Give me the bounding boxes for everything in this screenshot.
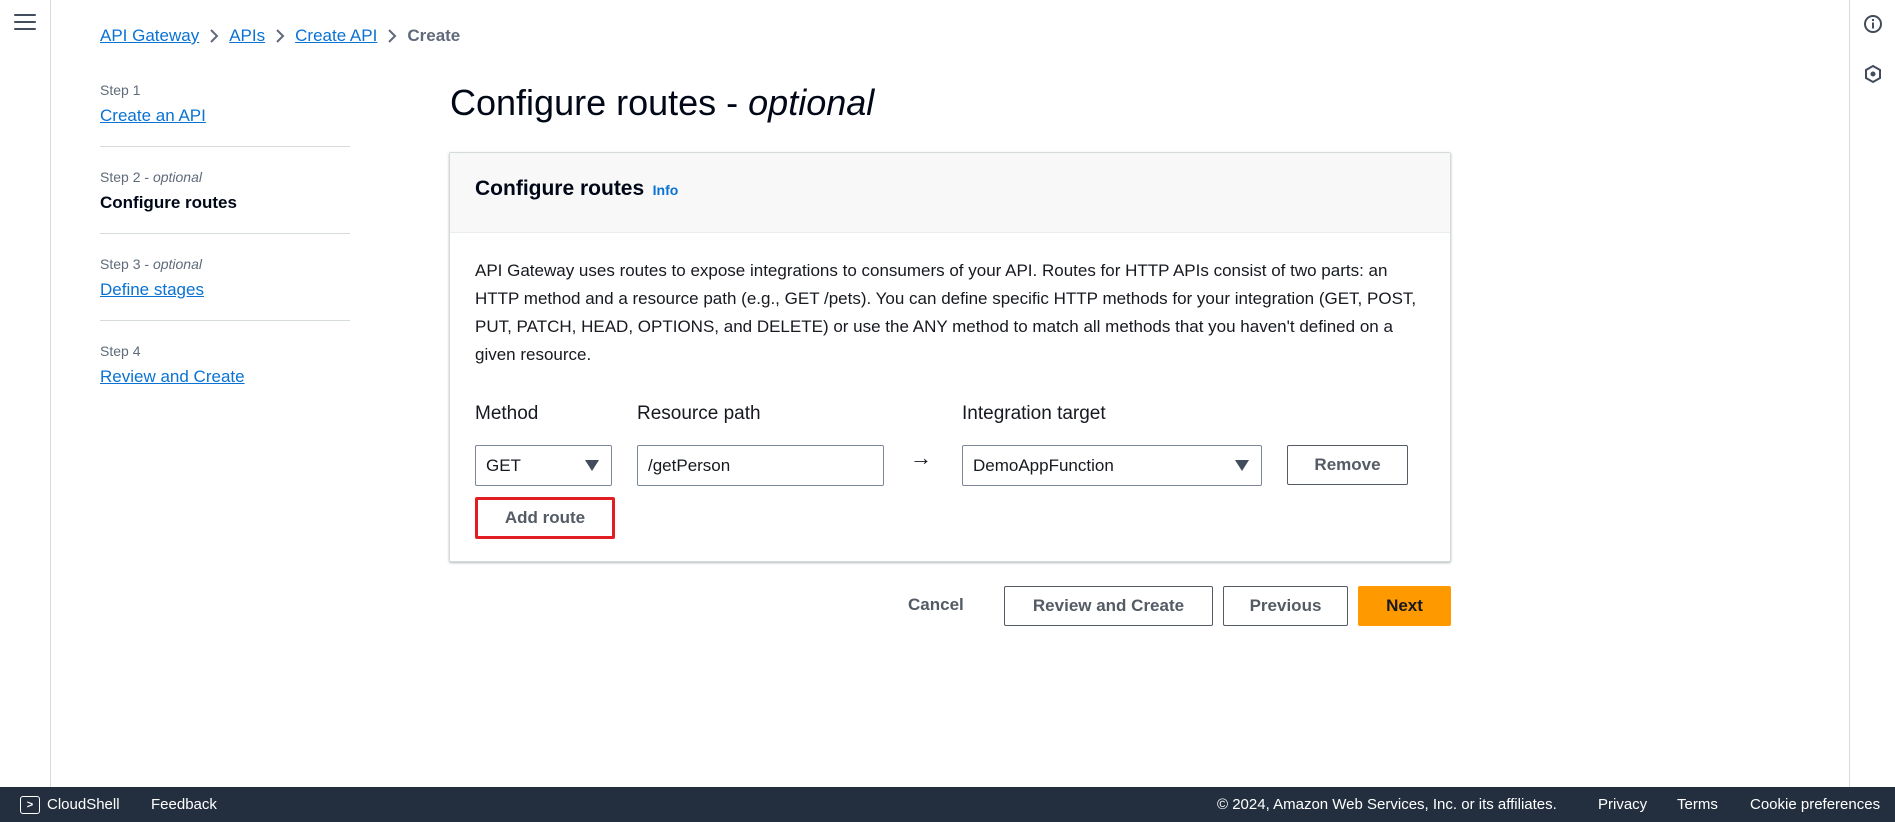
step-number: Step 1 bbox=[100, 82, 141, 98]
left-navigation-rail bbox=[0, 0, 51, 787]
configure-routes-panel: Configure routes Info API Gateway uses r… bbox=[449, 152, 1451, 562]
breadcrumb-create-api[interactable]: Create API bbox=[295, 26, 377, 46]
wizard-step-3: Step 3 - optional Define stages bbox=[100, 256, 350, 321]
privacy-link[interactable]: Privacy bbox=[1598, 796, 1647, 813]
wizard-step-2: Step 2 - optional Configure routes bbox=[100, 169, 350, 234]
method-value: GET bbox=[486, 455, 521, 475]
help-panel-icon[interactable] bbox=[1863, 64, 1883, 84]
terminal-icon: > bbox=[20, 795, 40, 814]
previous-button[interactable]: Previous bbox=[1223, 586, 1348, 626]
cookie-preferences-link[interactable]: Cookie preferences bbox=[1750, 796, 1880, 813]
wizard-steps: Step 1 Create an API Step 2 - optional C… bbox=[100, 82, 350, 429]
feedback-link[interactable]: Feedback bbox=[151, 796, 217, 813]
menu-icon[interactable] bbox=[14, 14, 36, 34]
step-number: Step 4 bbox=[100, 343, 141, 359]
cloudshell-label: CloudShell bbox=[47, 796, 120, 813]
next-button[interactable]: Next bbox=[1358, 586, 1451, 626]
step-link-review-create[interactable]: Review and Create bbox=[100, 367, 245, 386]
info-icon[interactable] bbox=[1863, 14, 1883, 34]
chevron-right-icon bbox=[377, 28, 407, 44]
resource-path-value: /getPerson bbox=[648, 455, 731, 475]
panel-header: Configure routes Info bbox=[450, 153, 1450, 233]
integration-target-select[interactable]: DemoAppFunction bbox=[962, 445, 1262, 486]
review-and-create-button[interactable]: Review and Create bbox=[1004, 586, 1213, 626]
chevron-right-icon bbox=[265, 28, 295, 44]
resource-path-input[interactable]: /getPerson bbox=[637, 445, 884, 486]
panel-title: Configure routes bbox=[475, 177, 645, 200]
resource-path-label: Resource path bbox=[637, 403, 761, 424]
copyright-text: © 2024, Amazon Web Services, Inc. or its… bbox=[1217, 796, 1557, 813]
chevron-right-icon bbox=[199, 28, 229, 44]
integration-target-label: Integration target bbox=[962, 403, 1106, 424]
terms-link[interactable]: Terms bbox=[1677, 796, 1718, 813]
right-tools-rail bbox=[1849, 0, 1895, 787]
page-title: Configure routes - optional bbox=[450, 82, 875, 123]
breadcrumb-current: Create bbox=[407, 26, 461, 45]
step-current-configure-routes: Configure routes bbox=[100, 193, 237, 212]
caret-down-icon bbox=[1235, 460, 1249, 471]
panel-description: API Gateway uses routes to expose integr… bbox=[475, 261, 1417, 364]
step-link-create-api[interactable]: Create an API bbox=[100, 106, 206, 125]
remove-route-button[interactable]: Remove bbox=[1287, 445, 1408, 485]
arrow-right-icon: → bbox=[910, 445, 932, 470]
method-label: Method bbox=[475, 403, 539, 424]
step-number: Step 3 - optional bbox=[100, 256, 202, 272]
cloudshell-button[interactable]: > CloudShell bbox=[20, 795, 120, 814]
breadcrumb-api-gateway[interactable]: API Gateway bbox=[100, 26, 199, 46]
wizard-step-4: Step 4 Review and Create bbox=[100, 343, 350, 407]
add-route-button[interactable]: Add route bbox=[475, 497, 615, 539]
integration-target-value: DemoAppFunction bbox=[973, 455, 1114, 475]
step-number: Step 2 - optional bbox=[100, 169, 202, 185]
step-link-define-stages[interactable]: Define stages bbox=[100, 280, 204, 299]
wizard-step-1: Step 1 Create an API bbox=[100, 82, 350, 147]
console-footer: > CloudShell Feedback © 2024, Amazon Web… bbox=[0, 787, 1895, 822]
breadcrumb: API Gateway APIs Create API Create bbox=[100, 26, 460, 46]
method-select[interactable]: GET bbox=[475, 445, 612, 486]
info-link[interactable]: Info bbox=[653, 182, 679, 198]
caret-down-icon bbox=[585, 460, 599, 471]
cancel-button[interactable]: Cancel bbox=[908, 595, 964, 615]
breadcrumb-apis[interactable]: APIs bbox=[229, 26, 265, 46]
